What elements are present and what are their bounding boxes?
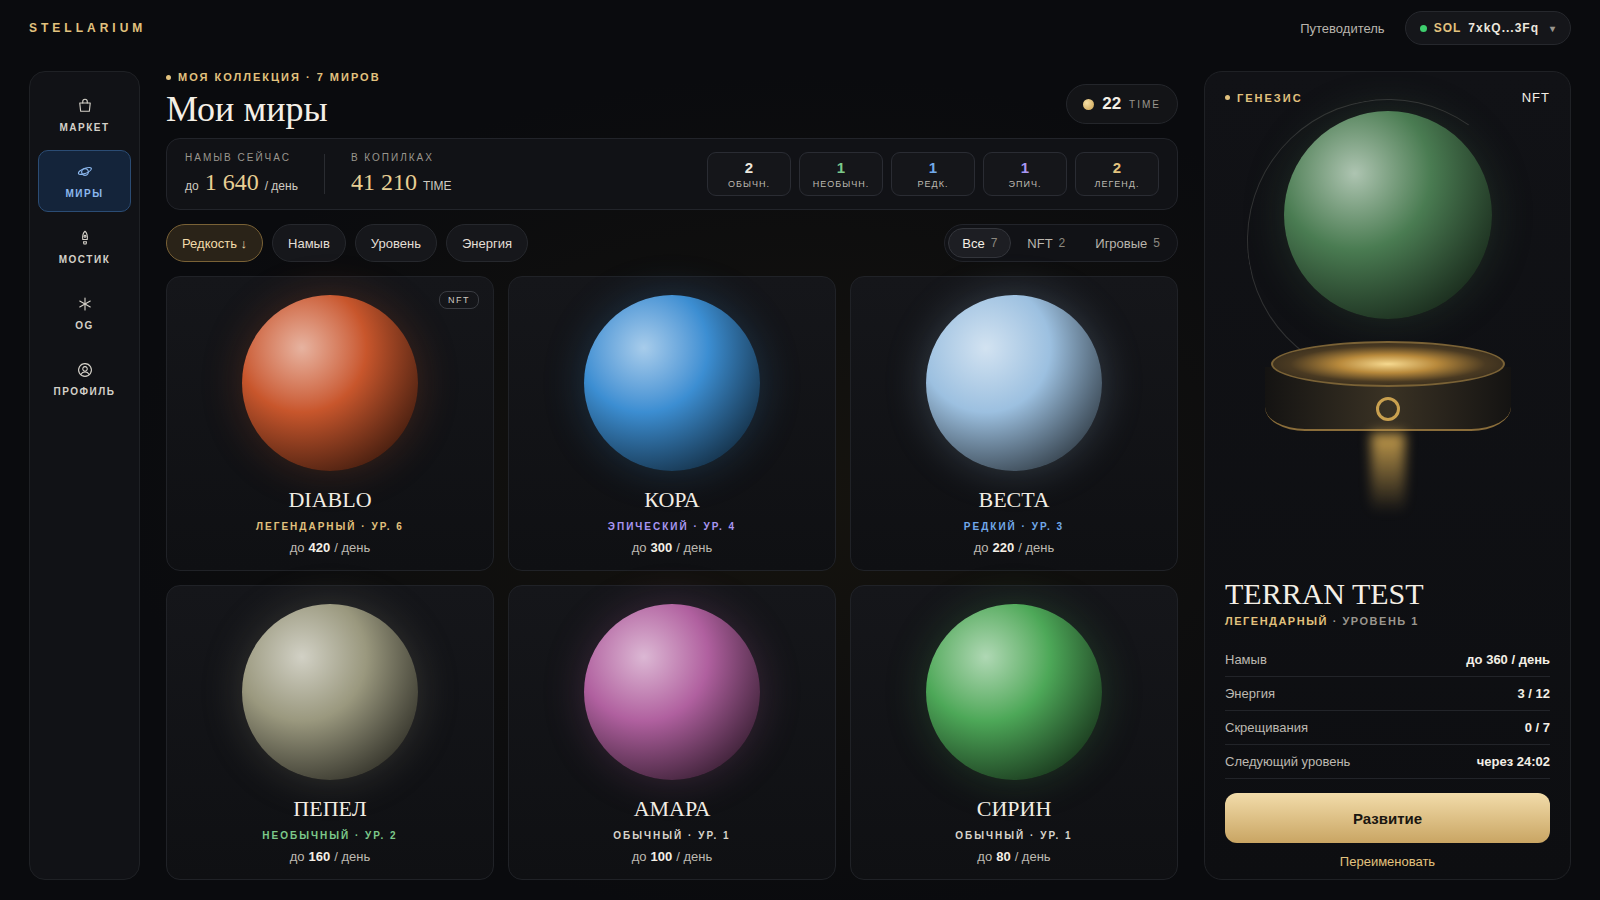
planet-icon <box>242 604 418 780</box>
page-title: Мои миры <box>166 89 381 130</box>
world-card[interactable]: ВЕСТАРЕДКИЙ · УР. 3до220/ день <box>850 276 1178 571</box>
planet-icon <box>1284 111 1492 319</box>
user-icon <box>76 361 94 379</box>
world-card[interactable]: СИРИНОБЫЧНЫЙ · УР. 1до80/ день <box>850 585 1178 880</box>
stat-row: Намывдо 360 / день <box>1225 643 1550 677</box>
filter-tab[interactable]: Игровые5 <box>1081 228 1174 258</box>
planet-showcase <box>1225 105 1550 569</box>
sidebar: МАРКЕТМИРЫМОСТИКOGПРОФИЛЬ <box>29 71 140 880</box>
filter-tab[interactable]: NFT2 <box>1013 228 1079 258</box>
caret-icon: ▾ <box>1550 23 1556 34</box>
logo[interactable]: STELLARIUM <box>29 21 146 35</box>
planet-icon <box>242 295 418 471</box>
world-card[interactable]: NFTDIABLOЛЕГЕНДАРНЫЙ · УР. 6до420/ день <box>166 276 494 571</box>
stat-row: Следующий уровеньчерез 24:02 <box>1225 745 1550 779</box>
detail-panel: ГЕНЕЗИС NFT TERRAN TEST ЛЕГЕНДАРНЫЙ· УРОВЕН… <box>1204 71 1571 880</box>
asterisk-icon <box>76 295 94 313</box>
rarity-count: 1ЭПИЧ. <box>983 152 1067 196</box>
stats-panel: НАМЫВ СЕЙЧАСдо1 640/ день В КОПИЛКАХ41 21… <box>166 138 1178 210</box>
coin-icon <box>1083 99 1094 110</box>
world-name: TERRAN TEST <box>1225 577 1550 611</box>
rename-link[interactable]: Переименовать <box>1225 854 1550 869</box>
world-card[interactable]: КОРАЭПИЧЕСКИЙ · УР. 4до300/ день <box>508 276 836 571</box>
detail-eyebrow: ГЕНЕЗИС <box>1225 92 1303 104</box>
banks-stat: В КОПИЛКАХ41 210TIME <box>351 152 452 196</box>
rarity-count: 1НЕОБЫЧН. <box>799 152 883 196</box>
bag-icon <box>76 97 94 115</box>
world-card[interactable]: АМАРАОБЫЧНЫЙ · УР. 1до100/ день <box>508 585 836 880</box>
develop-button[interactable]: Развитие <box>1225 793 1550 843</box>
rarity-count: 2ОБЫЧН. <box>707 152 791 196</box>
guide-link[interactable]: Путеводитель <box>1300 21 1384 36</box>
sidebar-item[interactable]: МИРЫ <box>38 150 131 212</box>
planet-icon <box>926 295 1102 471</box>
stat-row: Энергия3 / 12 <box>1225 677 1550 711</box>
world-card[interactable]: ПЕПЕЛНЕОБЫЧНЫЙ · УР. 2до160/ день <box>166 585 494 880</box>
planet-icon <box>584 295 760 471</box>
yield-stat: НАМЫВ СЕЙЧАСдо1 640/ день <box>185 152 298 196</box>
sidebar-item[interactable]: МАРКЕТ <box>38 84 131 146</box>
rarity-count: 1РЕДК. <box>891 152 975 196</box>
stat-row: Скрещивания0 / 7 <box>1225 711 1550 745</box>
sidebar-item[interactable]: ПРОФИЛЬ <box>38 348 131 410</box>
wallet-button[interactable]: SOL 7xkQ...3Fq ▾ <box>1405 11 1571 45</box>
top-bar: STELLARIUM Путеводитель SOL 7xkQ...3Fq ▾ <box>0 0 1600 56</box>
filter-tabs: Все7NFT2Игровые5 <box>944 224 1178 262</box>
sort-chip[interactable]: Уровень <box>355 224 437 262</box>
world-rarity: ЛЕГЕНДАРНЫЙ· УРОВЕНЬ 1 <box>1225 615 1550 627</box>
status-dot <box>1420 25 1427 32</box>
planet-icon <box>76 163 94 181</box>
sidebar-item[interactable]: МОСТИК <box>38 216 131 278</box>
main: МОЯ КОЛЛЕКЦИЯ · 7 МИРОВ Мои миры 22TIME НАМ… <box>166 71 1178 880</box>
planet-icon <box>926 604 1102 780</box>
eyebrow: МОЯ КОЛЛЕКЦИЯ · 7 МИРОВ <box>166 71 381 83</box>
sort-chip[interactable]: Редкость ↓ <box>166 224 263 262</box>
rocket-icon <box>76 229 94 247</box>
nft-badge: NFT <box>439 291 479 309</box>
wallet-chain: SOL <box>1434 21 1462 35</box>
filter-tab[interactable]: Все7 <box>948 228 1011 258</box>
app: STELLARIUM Путеводитель SOL 7xkQ...3Fq ▾ МАРК… <box>0 0 1600 900</box>
planet-icon <box>584 604 760 780</box>
nft-badge: NFT <box>1522 90 1550 105</box>
rarity-count: 2ЛЕГЕНД. <box>1075 152 1159 196</box>
balance-pill: 22TIME <box>1066 84 1178 124</box>
sidebar-item[interactable]: OG <box>38 282 131 344</box>
sort-chip[interactable]: Намыв <box>272 224 346 262</box>
sort-chip[interactable]: Энергия <box>446 224 528 262</box>
wallet-address: 7xkQ...3Fq <box>1468 21 1539 35</box>
pedestal-icon <box>1265 341 1511 513</box>
